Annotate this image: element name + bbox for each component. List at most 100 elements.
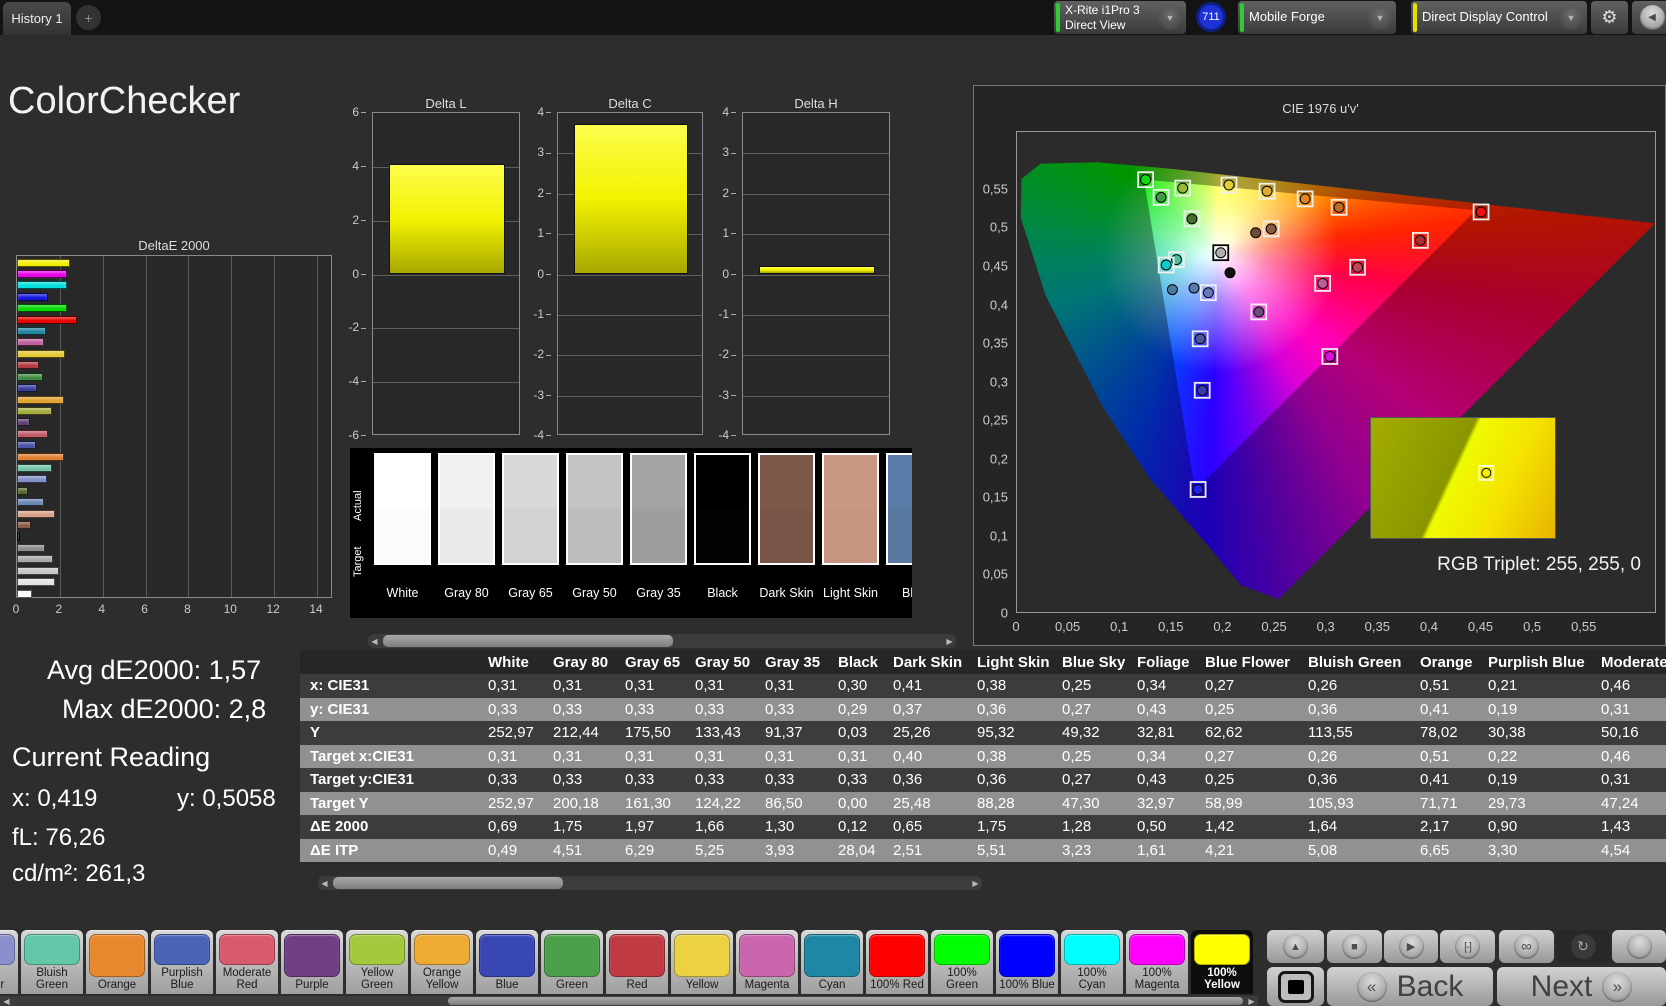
- table-cell: 0,90: [1488, 818, 1601, 835]
- target-swatch-half: [696, 509, 749, 563]
- column-header: Gray 50: [695, 654, 765, 671]
- patch-color-chip: [934, 934, 990, 965]
- patch-button[interactable]: Cyan: [801, 930, 863, 994]
- measured-point: [1353, 262, 1363, 272]
- table-cell: 49,32: [1062, 724, 1137, 741]
- patch-button[interactable]: Green: [541, 930, 603, 994]
- patch-button[interactable]: Moderate Red: [216, 930, 278, 994]
- patch-button[interactable]: Blue: [476, 930, 538, 994]
- settings-button[interactable]: ⚙: [1591, 1, 1628, 34]
- patch-button[interactable]: Orange Yellow: [411, 930, 473, 994]
- patch-button[interactable]: 100% Blue: [996, 930, 1058, 994]
- patch-button[interactable]: Yellow Green: [346, 930, 408, 994]
- patch-button[interactable]: 100% Red: [866, 930, 928, 994]
- patch-button-label: 100% Magenta: [1129, 965, 1185, 992]
- scroll-right-icon[interactable]: ▶: [969, 876, 982, 890]
- blank-pattern-button[interactable]: [1612, 930, 1666, 963]
- workflow-dropdown[interactable]: Direct Display Control ▼: [1411, 1, 1587, 34]
- avg-de2000-stat: Avg dE2000: 1,57: [47, 655, 261, 686]
- swatch-name: Gray 50: [566, 586, 623, 600]
- pattern-window-button[interactable]: [1267, 967, 1324, 1006]
- add-tab-button[interactable]: +: [76, 5, 101, 30]
- collapse-panel-button[interactable]: ◀: [1632, 1, 1666, 34]
- next-button[interactable]: Next »: [1497, 967, 1666, 1006]
- reading-x-value: x: 0,419: [12, 785, 97, 813]
- patch-button[interactable]: Bluish Green: [21, 930, 83, 994]
- measured-point: [1325, 351, 1335, 361]
- y-tick-label: -3: [716, 388, 736, 402]
- patch-strip-scrollbar-thumb[interactable]: [448, 997, 1243, 1005]
- patch-button[interactable]: 100% Magenta: [1126, 930, 1188, 994]
- chevron-down-icon[interactable]: ▼: [1368, 6, 1392, 30]
- table-cell: 0,40: [893, 748, 977, 765]
- chevron-down-icon[interactable]: ▼: [1559, 6, 1583, 30]
- gridline: [373, 382, 519, 383]
- stop-button[interactable]: ■: [1327, 930, 1382, 963]
- table-cell: 1,75: [977, 818, 1062, 835]
- patch-button[interactable]: Yellow: [671, 930, 733, 994]
- table-cell: 1,64: [1308, 818, 1420, 835]
- cie-diagram-panel: CIE 1976 u'v' RGB Triplet: 255, 255, 0 0…: [973, 85, 1666, 646]
- scroll-left-icon[interactable]: ◀: [368, 634, 381, 648]
- de2000-bar: [17, 293, 48, 301]
- swatch-scrollbar-thumb[interactable]: [383, 635, 673, 647]
- actual-swatch-half: [824, 455, 877, 509]
- gridline: [743, 153, 889, 154]
- back-button[interactable]: « Back: [1327, 967, 1493, 1006]
- meter-count-badge[interactable]: 711: [1196, 2, 1226, 32]
- gridline: [231, 256, 232, 597]
- patch-button[interactable]: Blue Flower: [0, 930, 18, 994]
- step-button[interactable]: [‑]: [1440, 930, 1495, 963]
- patch-button[interactable]: 100% Cyan: [1061, 930, 1123, 994]
- swatch-name: Light Skin: [822, 586, 879, 600]
- patch-button[interactable]: Purple: [281, 930, 343, 994]
- table-cell: 0,12: [838, 818, 893, 835]
- table-row: ΔE ITP0,494,516,295,253,9328,042,515,513…: [300, 839, 1666, 863]
- gear-icon: ⚙: [1601, 7, 1617, 28]
- table-scrollbar-thumb[interactable]: [333, 877, 563, 889]
- patch-button[interactable]: 100% Yellow: [1191, 930, 1253, 994]
- scroll-right-icon[interactable]: ▶: [943, 634, 956, 648]
- history-tab[interactable]: History 1: [3, 2, 71, 35]
- source-dropdown[interactable]: Mobile Forge ▼: [1238, 1, 1396, 34]
- table-cell: 28,04: [838, 842, 893, 859]
- table-cell: 0,26: [1308, 677, 1420, 694]
- table-cell: 0,03: [838, 724, 893, 741]
- cie-y-tick-label: 0,55: [983, 181, 1008, 196]
- patch-button[interactable]: Purplish Blue: [151, 930, 213, 994]
- swatch-scrollbar[interactable]: ◀ ▶: [368, 634, 956, 648]
- scroll-left-icon[interactable]: ◀: [318, 876, 331, 890]
- strip-expand-button[interactable]: ▲: [1267, 930, 1324, 963]
- play-button[interactable]: ▶: [1384, 930, 1438, 963]
- patch-button[interactable]: Red: [606, 930, 668, 994]
- column-header: Orange: [1420, 654, 1488, 671]
- table-cell: 0,31: [553, 677, 625, 694]
- x-tick-label: 2: [56, 602, 63, 616]
- measured-point: [1167, 285, 1177, 295]
- patch-button[interactable]: Orange: [86, 930, 148, 994]
- table-cell: 0,43: [1137, 701, 1205, 718]
- table-scrollbar[interactable]: ◀ ▶: [318, 876, 982, 890]
- patch-button[interactable]: 100% Green: [931, 930, 993, 994]
- meter-dropdown[interactable]: X-Rite i1Pro 3Direct View ▼: [1054, 1, 1186, 34]
- scroll-left-icon[interactable]: ◀: [0, 996, 13, 1006]
- repeat-icon: ↻: [1571, 934, 1596, 959]
- table-cell: 4,51: [553, 842, 625, 859]
- chevron-down-icon[interactable]: ▼: [1158, 6, 1182, 30]
- table-cell: 0,46: [1601, 677, 1666, 694]
- table-cell: 0,33: [488, 701, 553, 718]
- scroll-right-icon[interactable]: ▶: [1245, 996, 1258, 1006]
- reading-y-value: y: 0,5058: [177, 785, 276, 813]
- patch-strip-scrollbar[interactable]: ◀ ▶: [0, 996, 1258, 1006]
- table-cell: 133,43: [695, 724, 765, 741]
- table-row: y: CIE310,330,330,330,330,330,290,370,36…: [300, 698, 1666, 722]
- gridline: [373, 328, 519, 329]
- gridline: [146, 256, 147, 597]
- repeat-button[interactable]: ↻: [1556, 930, 1610, 963]
- patch-color-chip: [1064, 934, 1120, 965]
- loop-continuous-button[interactable]: ∞: [1499, 930, 1554, 963]
- table-cell: 0,33: [553, 771, 625, 788]
- measured-point: [1195, 334, 1205, 344]
- zero-line: [558, 275, 702, 276]
- patch-button[interactable]: Magenta: [736, 930, 798, 994]
